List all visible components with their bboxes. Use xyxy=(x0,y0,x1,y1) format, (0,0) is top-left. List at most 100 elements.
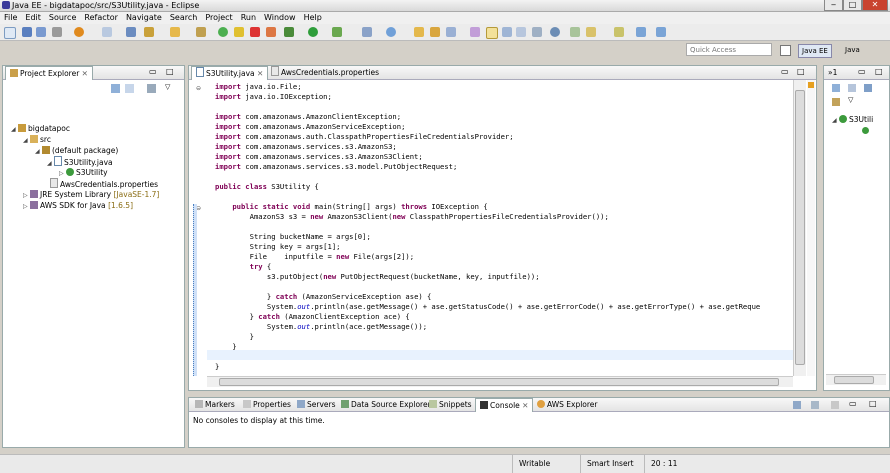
menu-run[interactable]: Run xyxy=(237,12,260,24)
maximize-icon[interactable]: □ xyxy=(166,67,174,76)
code-line[interactable]: public static void main(String[] args) t… xyxy=(215,202,487,212)
build-icon[interactable] xyxy=(196,27,206,37)
method-icon[interactable] xyxy=(862,127,869,134)
vertical-scrollbar[interactable] xyxy=(793,80,806,376)
menu-help[interactable]: Help xyxy=(300,12,326,24)
open-task-icon[interactable] xyxy=(144,27,154,37)
horizontal-scrollbar[interactable] xyxy=(826,374,886,385)
menu-navigate[interactable]: Navigate xyxy=(122,12,166,24)
tab-aws-explorer[interactable]: AWS Explorer xyxy=(533,398,602,411)
tree-item-src[interactable]: ◢ src xyxy=(23,134,51,145)
code-line[interactable]: import com.amazonaws.services.s3.AmazonS… xyxy=(215,142,397,152)
code-line[interactable]: import java.io.File; xyxy=(215,82,302,92)
menu-window[interactable]: Window xyxy=(260,12,300,24)
last-edit-location-icon[interactable] xyxy=(614,27,624,37)
show-whitespace-icon[interactable] xyxy=(502,27,512,37)
code-line[interactable]: import com.amazonaws.AmazonServiceExcept… xyxy=(215,122,405,132)
debug-tools-icon[interactable] xyxy=(102,27,112,37)
code-line[interactable]: } catch (AmazonClientException ace) { xyxy=(215,312,410,322)
open-console-icon[interactable] xyxy=(793,401,801,409)
maximize-icon[interactable]: □ xyxy=(875,67,883,76)
menu-source[interactable]: Source xyxy=(45,12,80,24)
code-line[interactable]: import com.amazonaws.auth.ClasspathPrope… xyxy=(215,132,514,142)
close-button[interactable]: ✕ xyxy=(862,0,888,11)
code-line[interactable]: } catch (AmazonServiceException ase) { xyxy=(215,292,431,302)
chevron-down-icon[interactable]: ▽ xyxy=(165,83,170,91)
search-icon[interactable] xyxy=(170,27,180,37)
code-line[interactable]: } xyxy=(215,342,236,352)
tree-item-bigdatapoc[interactable]: ◢ bigdatapoc xyxy=(11,123,70,134)
perspective-java[interactable]: Java xyxy=(842,44,863,56)
tree-item-aws-sdk[interactable]: ▷ AWS SDK for Java [1.6.5] xyxy=(23,200,133,211)
suspend-icon[interactable] xyxy=(234,27,244,37)
external-tools-icon[interactable] xyxy=(362,27,372,37)
run-icon[interactable] xyxy=(308,27,318,37)
new-class-icon[interactable] xyxy=(446,27,456,37)
maximize-button[interactable]: □ xyxy=(843,0,862,11)
close-icon[interactable]: ✕ xyxy=(82,69,88,78)
minimize-icon[interactable]: ▭ xyxy=(849,399,857,408)
scrollbar-thumb[interactable] xyxy=(795,90,805,365)
tab-markers[interactable]: Markers xyxy=(191,398,239,411)
tab-s3utility-java[interactable]: S3Utility.java ✕ xyxy=(191,66,269,80)
tab-snippets[interactable]: Snippets xyxy=(425,398,476,411)
hide-static-icon[interactable] xyxy=(864,84,872,92)
tree-item-jre-library[interactable]: ▷ JRE System Library [JavaSE-1.7] xyxy=(23,189,159,200)
link-with-editor-icon[interactable] xyxy=(125,84,134,93)
open-perspective-icon[interactable] xyxy=(780,45,791,56)
disconnect-icon[interactable] xyxy=(266,27,276,37)
hide-nonpublic-icon[interactable] xyxy=(832,98,840,106)
forward-icon[interactable] xyxy=(656,27,666,37)
minimize-button[interactable]: ‒ xyxy=(824,0,843,11)
new-package-icon[interactable] xyxy=(430,27,440,37)
resume-icon[interactable] xyxy=(218,27,228,37)
tree-item-s3utility-class[interactable]: ▷ S3Utility xyxy=(59,167,108,178)
tab-awscredentials[interactable]: AwsCredentials.properties xyxy=(267,66,383,79)
tab-properties[interactable]: Properties xyxy=(239,398,295,411)
sort-icon[interactable] xyxy=(832,84,840,92)
debug-icon[interactable] xyxy=(284,27,294,37)
menu-project[interactable]: Project xyxy=(201,12,236,24)
code-line[interactable]: } xyxy=(215,332,254,342)
code-line[interactable]: System.out.println(ase.getMessage() + as… xyxy=(215,302,760,312)
block-selection-icon[interactable] xyxy=(516,27,526,37)
minimize-icon[interactable]: ▭ xyxy=(149,67,157,76)
warning-marker-icon[interactable] xyxy=(808,82,814,88)
code-line[interactable]: String key = args[1]; xyxy=(215,242,341,252)
tab-console[interactable]: Console ✕ xyxy=(475,398,534,412)
open-type-icon[interactable] xyxy=(126,27,136,37)
pin-console-icon[interactable] xyxy=(831,401,839,409)
print-icon[interactable] xyxy=(52,27,62,37)
save-icon[interactable] xyxy=(22,27,32,37)
edit-icon[interactable] xyxy=(470,27,480,37)
tree-item-s3utility-java[interactable]: ◢ S3Utility.java xyxy=(47,156,113,167)
code-line[interactable]: import com.amazonaws.AmazonClientExcepti… xyxy=(215,112,401,122)
chevron-down-icon[interactable]: ▽ xyxy=(848,96,853,104)
display-console-icon[interactable] xyxy=(811,401,819,409)
code-line[interactable]: AmazonS3 s3 = new AmazonS3Client(new Cla… xyxy=(215,212,609,222)
menu-file[interactable]: File xyxy=(0,12,21,24)
back-icon[interactable] xyxy=(636,27,646,37)
code-line[interactable]: try { xyxy=(215,262,272,272)
previous-annotation-icon[interactable] xyxy=(586,27,596,37)
code-area[interactable]: import java.io.File; import java.io.IOExc… xyxy=(207,82,795,374)
hide-fields-icon[interactable] xyxy=(848,84,856,92)
view-menu-icon[interactable] xyxy=(147,84,156,93)
code-line[interactable]: String bucketName = args[0]; xyxy=(215,232,371,242)
new-icon[interactable] xyxy=(4,27,16,39)
tree-item-awscredentials[interactable]: AwsCredentials.properties xyxy=(43,178,158,189)
coverage-icon[interactable] xyxy=(332,27,342,37)
tab-data-source-explorer[interactable]: Data Source Explorer xyxy=(337,398,435,411)
code-line[interactable]: File inputfile = new File(args[2]); xyxy=(215,252,414,262)
quick-access-input[interactable]: Quick Access xyxy=(686,43,772,56)
code-line[interactable]: s3.putObject(new PutObjectRequest(bucket… xyxy=(215,272,540,282)
globe-icon[interactable] xyxy=(386,27,396,37)
server-icon[interactable] xyxy=(74,27,84,37)
tab-overflow[interactable]: »1 xyxy=(824,66,841,79)
menu-edit[interactable]: Edit xyxy=(21,12,45,24)
maximize-icon[interactable]: □ xyxy=(797,67,805,76)
next-annotation-icon[interactable] xyxy=(570,27,580,37)
minimize-icon[interactable]: ▭ xyxy=(781,67,789,76)
tab-project-explorer[interactable]: Project Explorer ✕ xyxy=(5,66,93,80)
close-icon[interactable]: ✕ xyxy=(257,69,263,78)
